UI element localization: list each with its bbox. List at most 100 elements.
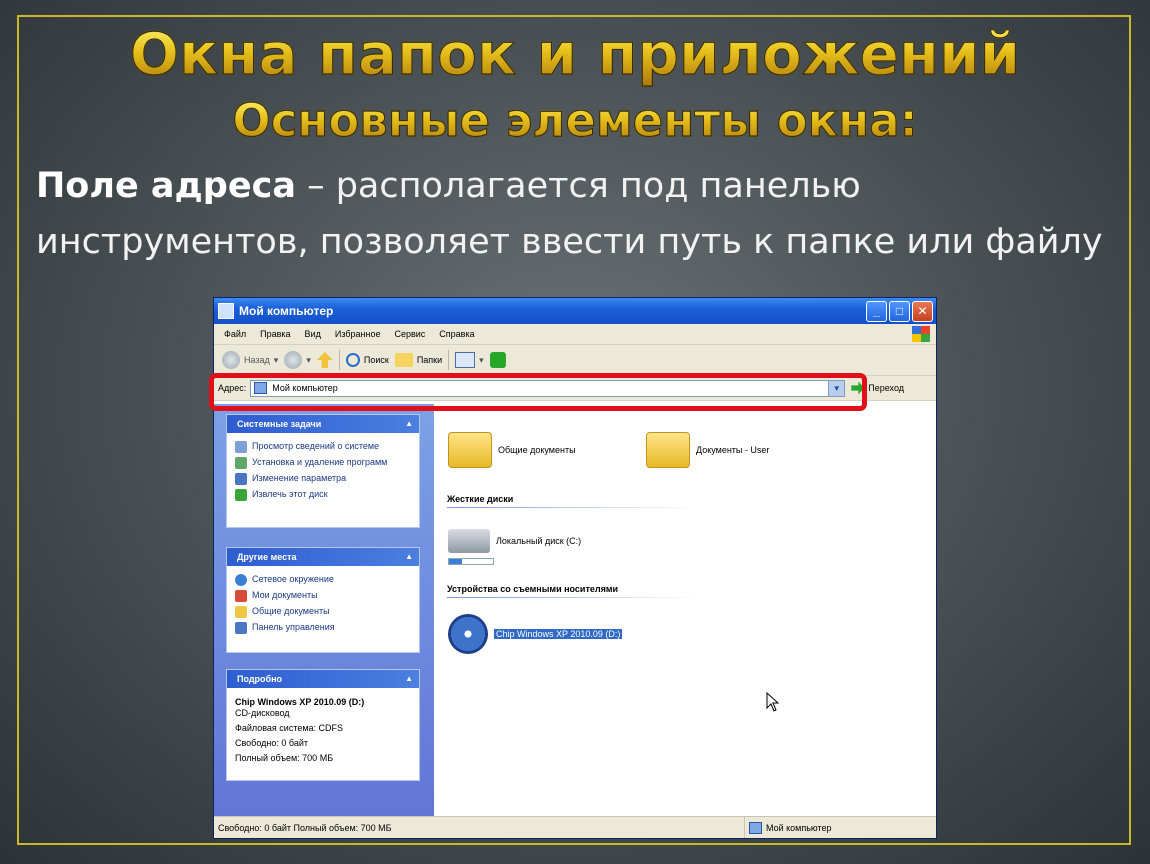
disk-usage-bar — [448, 558, 494, 565]
windows-logo-icon — [912, 326, 930, 342]
up-folder-icon[interactable] — [316, 352, 333, 368]
cd-drive-icon — [448, 614, 488, 654]
item-label: Документы - User — [696, 445, 770, 455]
details-panel: Подробно ▲ Chip Windows XP 2010.09 (D:) C… — [226, 669, 420, 781]
item-label: Локальный диск (C:) — [496, 536, 582, 546]
hard-disks-title: Жесткие диски — [447, 494, 514, 504]
details-header[interactable]: Подробно ▲ — [227, 670, 419, 688]
menu-file[interactable]: Файл — [224, 329, 246, 339]
dash: – — [295, 166, 336, 206]
status-left: Свободно: 0 байт Полный объем: 700 МБ — [218, 822, 392, 833]
folders-button[interactable]: Папки — [394, 353, 443, 367]
place-label: Мои документы — [252, 590, 318, 600]
menu-help[interactable]: Справка — [439, 329, 474, 339]
menu-bar: Файл Правка Вид Избранное Сервис Справка — [214, 324, 936, 345]
back-label: Назад — [244, 355, 270, 365]
hard-drive-icon — [448, 529, 490, 553]
collapse-icon[interactable]: ▲ — [405, 670, 413, 688]
place-label: Сетевое окружение — [252, 574, 334, 584]
folder-icon — [646, 432, 690, 468]
collapse-icon[interactable]: ▲ — [405, 415, 413, 433]
programs-icon — [235, 457, 247, 469]
panel-title: Системные задачи — [237, 419, 322, 429]
address-bar-highlight — [209, 373, 867, 411]
panel-title: Другие места — [237, 552, 297, 562]
slide-subtitle: Основные элементы окна: — [0, 93, 1150, 147]
toolbar-separator — [448, 350, 450, 370]
menu-favorites[interactable]: Избранное — [335, 329, 381, 339]
folder-user-documents[interactable]: Документы - User — [646, 432, 769, 468]
task-label: Изменение параметра — [252, 473, 347, 483]
panel-title: Подробно — [237, 674, 283, 684]
menu-tools[interactable]: Сервис — [394, 329, 425, 339]
detail-free: Свободно: 0 байт — [235, 738, 308, 748]
place-shared-documents[interactable]: Общие документы — [235, 606, 411, 618]
detail-filesystem: Файловая система: CDFS — [235, 723, 344, 733]
other-places-header[interactable]: Другие места ▲ — [227, 548, 419, 566]
other-places-panel: Другие места ▲ Сетевое окружение Мои доку… — [226, 547, 420, 653]
system-tasks-header[interactable]: Системные задачи ▲ — [227, 415, 419, 433]
menu-view[interactable]: Вид — [305, 329, 321, 339]
go-label: Переход — [868, 383, 905, 393]
refresh-icon[interactable] — [489, 352, 506, 368]
mouse-cursor-icon — [766, 692, 780, 712]
settings-icon — [235, 473, 247, 485]
term: Поле адреса — [36, 166, 296, 206]
back-arrow-icon — [222, 351, 240, 369]
cd-drive-d[interactable]: Chip Windows XP 2010.09 (D:) — [448, 614, 623, 654]
task-change-setting[interactable]: Изменение параметра — [235, 473, 411, 485]
status-right: Мой компьютер — [766, 822, 832, 833]
folder-icon — [235, 606, 247, 618]
folder-icon — [394, 353, 413, 367]
item-label: Общие документы — [498, 445, 576, 455]
search-button[interactable]: Поиск — [345, 353, 389, 367]
status-zone: Мой компьютер — [744, 816, 832, 838]
back-button[interactable]: Назад ▾ — [222, 351, 278, 369]
task-eject[interactable]: Извлечь этот диск — [235, 489, 411, 501]
window-title: Мой компьютер — [239, 304, 334, 318]
documents-icon — [235, 590, 247, 602]
computer-icon — [749, 821, 762, 834]
slide-body: Поле адреса – располагается под панелью … — [36, 158, 1126, 270]
computer-icon — [218, 303, 234, 319]
group-divider — [447, 597, 697, 598]
views-button[interactable]: ▾ — [455, 352, 484, 368]
maximize-button[interactable]: □ — [889, 300, 910, 322]
task-label: Просмотр сведений о системе — [252, 441, 380, 451]
collapse-icon[interactable]: ▲ — [405, 548, 413, 566]
content-area: Общие документы Документы - User Жесткие… — [434, 404, 936, 816]
local-disk-c[interactable]: Локальный диск (C:) — [448, 529, 581, 553]
place-label: Панель управления — [252, 622, 335, 632]
network-icon — [235, 574, 247, 586]
place-control-panel[interactable]: Панель управления — [235, 622, 411, 634]
place-network[interactable]: Сетевое окружение — [235, 574, 411, 586]
removable-title: Устройства со съемными носителями — [447, 584, 619, 594]
detail-type: CD-дисковод — [235, 708, 290, 718]
task-add-remove[interactable]: Установка и удаление программ — [235, 457, 411, 469]
detail-name: Chip Windows XP 2010.09 (D:) — [235, 697, 365, 707]
views-icon — [455, 352, 476, 368]
forward-button[interactable]: ▾ — [284, 351, 311, 369]
search-icon — [345, 353, 360, 367]
task-label: Установка и удаление программ — [252, 457, 388, 467]
status-bar: Свободно: 0 байт Полный объем: 700 МБ Мо… — [214, 816, 936, 838]
window-titlebar[interactable]: Мой компьютер _ □ ✕ — [214, 298, 936, 324]
task-pane: Системные задачи ▲ Просмотр сведений о си… — [214, 404, 434, 816]
group-divider — [447, 507, 697, 508]
body-line1: располагается под панелью — [335, 166, 861, 206]
eject-icon — [235, 489, 247, 501]
close-button[interactable]: ✕ — [912, 300, 933, 322]
forward-arrow-icon — [284, 351, 303, 369]
place-my-documents[interactable]: Мои документы — [235, 590, 411, 602]
system-tasks-panel: Системные задачи ▲ Просмотр сведений о си… — [226, 414, 420, 528]
folder-shared-documents[interactable]: Общие документы — [448, 432, 576, 468]
folders-label: Папки — [416, 355, 443, 365]
folder-icon — [448, 432, 492, 468]
minimize-button[interactable]: _ — [866, 300, 887, 322]
task-system-info[interactable]: Просмотр сведений о системе — [235, 441, 411, 453]
slide-title: Окна папок и приложений — [0, 19, 1150, 88]
control-panel-icon — [235, 622, 247, 634]
menu-edit[interactable]: Правка — [260, 329, 290, 339]
info-icon — [235, 441, 247, 453]
search-label: Поиск — [363, 355, 389, 365]
